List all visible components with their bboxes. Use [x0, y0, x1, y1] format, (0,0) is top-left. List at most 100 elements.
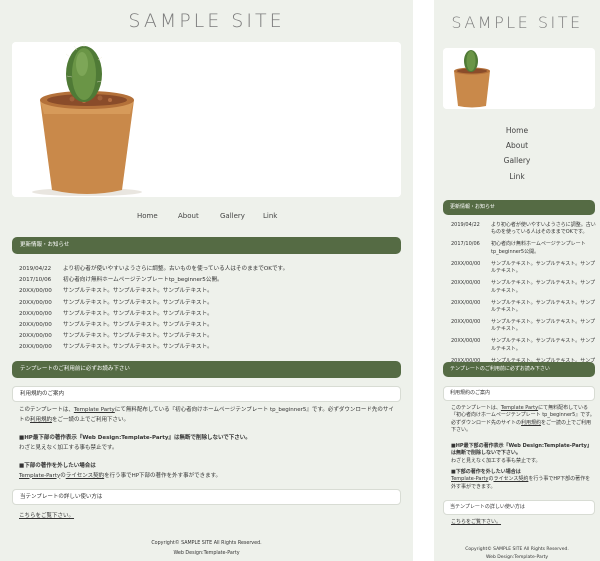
news-list: 2019/04/22 より初心者が使いやすいようさらに調整。古いものを使っている人… [19, 264, 399, 354]
hero-image [443, 48, 595, 109]
hero-image [12, 42, 401, 197]
news-text: 初心者向け無料ホームページテンプレートtp_beginner5公開。 [491, 241, 586, 255]
terms-paragraph: このテンプレートは、Template Partyにて無料配布している『初心者向け… [451, 405, 595, 435]
main-nav: Home About Gallery Link [0, 212, 413, 226]
news-item: 20XX/00/00 サンプルテキスト。サンプルテキスト。サンプルテキスト。 [451, 338, 597, 353]
news-date: 20XX/00/00 [19, 321, 52, 328]
license-notice: ■下部の著作を外したい場合は Template-Partyのライセンス契約を行う… [451, 469, 595, 491]
notice-heading: テンプレートのご利用前に必ずお読み下さい [443, 362, 595, 377]
news-text: サンプルテキスト。サンプルテキスト。サンプルテキスト。 [63, 299, 213, 306]
news-date: 2019/04/22 [451, 222, 480, 228]
license-notice: ■下部の著作を外したい場合は Template-Partyのライセンス契約を行う… [19, 462, 399, 481]
news-item: 20XX/00/00 サンプルテキスト。サンプルテキスト。サンプルテキスト。 [451, 319, 597, 334]
nav-about[interactable]: About [178, 212, 199, 220]
footer-credit[interactable]: Web Design:Template-Party [434, 555, 600, 560]
news-text: サンプルテキスト。サンプルテキスト。サンプルテキスト。 [491, 338, 596, 352]
copyright-text: わざと見えなく加工する事も禁止です。 [19, 444, 118, 451]
news-text: より初心者が使いやすいようさらに調整。古いものを使っている人はそのままでOKです… [491, 222, 596, 236]
site-title[interactable]: SAMPLE SITE [0, 10, 413, 32]
more-info-link[interactable]: こちらをご覧下さい。 [19, 513, 74, 519]
news-date: 20XX/00/00 [451, 299, 481, 306]
copyright-text: わざと見えなく加工する事も禁止です。 [451, 457, 541, 464]
usage-box: 当テンプレートの詳しい使い方は [443, 500, 595, 515]
news-text: サンプルテキスト。サンプルテキスト。サンプルテキスト。 [491, 260, 596, 275]
license-heading: ■下部の著作を外したい場合は [451, 469, 521, 475]
news-date: 20XX/00/00 [19, 333, 52, 340]
news-date: 20XX/00/00 [451, 280, 481, 287]
news-text: サンプルテキスト。サンプルテキスト。サンプルテキスト。 [491, 319, 596, 333]
news-item: 20XX/00/00 サンプルテキスト。サンプルテキスト。サンプルテキスト。 [19, 320, 399, 331]
more-info-link[interactable]: こちらをご覧下さい。 [451, 519, 501, 525]
mobile-preview: SAMPLE SITE Home About Gallery Link 更新情報… [434, 0, 600, 561]
news-text: サンプルテキスト。サンプルテキスト。サンプルテキスト。 [63, 333, 213, 340]
copyright-notice: ■HP最下部の著作表示『Web Design:Template-Party』は無… [19, 434, 399, 453]
news-list: 2019/04/22 より初心者が使いやすいようさらに調整。古いものを使っている人… [451, 222, 597, 377]
nav-home[interactable]: Home [434, 126, 600, 135]
news-text: より初心者が使いやすいようさらに調整。古いものを使っている人はそのままでOKです… [63, 266, 289, 272]
news-item: 20XX/00/00 サンプルテキスト。サンプルテキスト。サンプルテキスト。 [19, 331, 399, 342]
footer-credit[interactable]: Web Design:Template-Party [0, 551, 413, 556]
news-item: 2019/04/22 より初心者が使いやすいようさらに調整。古いものを使っている人… [19, 264, 399, 275]
news-date: 2017/10/06 [19, 277, 52, 284]
usage-box: 当テンプレートの詳しい使い方は [12, 489, 401, 505]
news-date: 20XX/00/00 [19, 310, 52, 317]
news-text: サンプルテキスト。サンプルテキスト。サンプルテキスト。 [63, 344, 213, 351]
page-canvas: SAMPLE SITE Home About Gallery Link 更新情報… [0, 0, 600, 561]
site-title[interactable]: SAMPLE SITE [434, 13, 600, 32]
news-item: 20XX/00/00 サンプルテキスト。サンプルテキスト。サンプルテキスト。 [19, 309, 399, 320]
news-date: 20XX/00/00 [19, 299, 52, 306]
news-date: 20XX/00/00 [19, 288, 52, 295]
news-item: 2017/10/06 初心者向け無料ホームページテンプレートtp_beginner… [451, 241, 597, 256]
more-info: こちらをご覧下さい。 [451, 519, 595, 526]
news-text: サンプルテキスト。サンプルテキスト。サンプルテキスト。 [491, 299, 596, 314]
news-date: 20XX/00/00 [19, 344, 52, 351]
terms-box: 利用規約のご案内 [12, 386, 401, 402]
template-party-link[interactable]: Template Party [501, 405, 538, 411]
template-party-link[interactable]: Template-Party [19, 473, 60, 479]
cactus-image [443, 48, 595, 109]
news-date: 20XX/00/00 [451, 338, 481, 345]
nav-about[interactable]: About [434, 141, 600, 150]
nav-link[interactable]: Link [263, 212, 277, 220]
news-item: 20XX/00/00 サンプルテキスト。サンプルテキスト。サンプルテキスト。 [19, 342, 399, 353]
news-item: 20XX/00/00 サンプルテキスト。サンプルテキスト。サンプルテキスト。 [451, 280, 597, 295]
copyright-notice: ■HP最下部の著作表示『Web Design:Template-Party』は無… [451, 443, 595, 465]
copyright-heading: ■HP最下部の著作表示『Web Design:Template-Party』は無… [451, 443, 592, 457]
template-party-link[interactable]: Template Party [74, 407, 115, 413]
terms-text: このテンプレートは、 [19, 407, 74, 413]
notice-heading: テンプレートのご利用前に必ずお読み下さい [12, 361, 401, 378]
news-item: 20XX/00/00 サンプルテキスト。サンプルテキスト。サンプルテキスト。 [451, 300, 597, 315]
news-heading: 更新情報・お知らせ [443, 200, 595, 215]
license-heading: ■下部の著作を外したい場合は [19, 463, 96, 469]
news-date: 20XX/00/00 [451, 260, 481, 267]
terms-text: このテンプレートは、 [451, 405, 501, 411]
terms-box: 利用規約のご案内 [443, 386, 595, 401]
terms-link[interactable]: 利用規約 [30, 417, 52, 423]
news-date: 2017/10/06 [451, 241, 480, 248]
news-text: サンプルテキスト。サンプルテキスト。サンプルテキスト。 [63, 321, 213, 328]
news-text: サンプルテキスト。サンプルテキスト。サンプルテキスト。 [491, 280, 596, 294]
news-heading: 更新情報・お知らせ [12, 237, 401, 254]
news-date: 2019/04/22 [19, 266, 52, 272]
news-text: 初心者向け無料ホームページテンプレートtp_beginner5公開。 [63, 277, 223, 284]
news-text: サンプルテキスト。サンプルテキスト。サンプルテキスト。 [63, 310, 213, 317]
license-link[interactable]: ライセンス契約 [493, 476, 528, 482]
template-party-link[interactable]: Template-Party [451, 476, 488, 482]
more-info: こちらをご覧下さい。 [19, 512, 399, 522]
footer-copyright: Copyright© SAMPLE SITE All Rights Reserv… [465, 547, 569, 552]
license-link[interactable]: ライセンス契約 [66, 473, 104, 479]
footer-copyright: Copyright© SAMPLE SITE All Rights Reserv… [151, 541, 262, 546]
nav-home[interactable]: Home [137, 212, 158, 220]
news-item: 20XX/00/00 サンプルテキスト。サンプルテキスト。サンプルテキスト。 [451, 261, 597, 276]
nav-gallery[interactable]: Gallery [220, 212, 245, 220]
terms-link[interactable]: 利用規約 [521, 420, 541, 426]
nav-link[interactable]: Link [434, 172, 600, 181]
news-text: サンプルテキスト。サンプルテキスト。サンプルテキスト。 [63, 288, 213, 295]
desktop-preview: SAMPLE SITE Home About Gallery Link 更新情報… [0, 0, 413, 561]
terms-text: をご一読の上でご利用下さい。 [52, 416, 130, 423]
news-item: 20XX/00/00 サンプルテキスト。サンプルテキスト。サンプルテキスト。 [19, 286, 399, 297]
news-item: 2017/10/06 初心者向け無料ホームページテンプレートtp_beginner… [19, 275, 399, 286]
news-item: 2019/04/22 より初心者が使いやすいようさらに調整。古いものを使っている人… [451, 222, 597, 237]
cactus-image [12, 42, 401, 197]
nav-gallery[interactable]: Gallery [434, 156, 600, 165]
